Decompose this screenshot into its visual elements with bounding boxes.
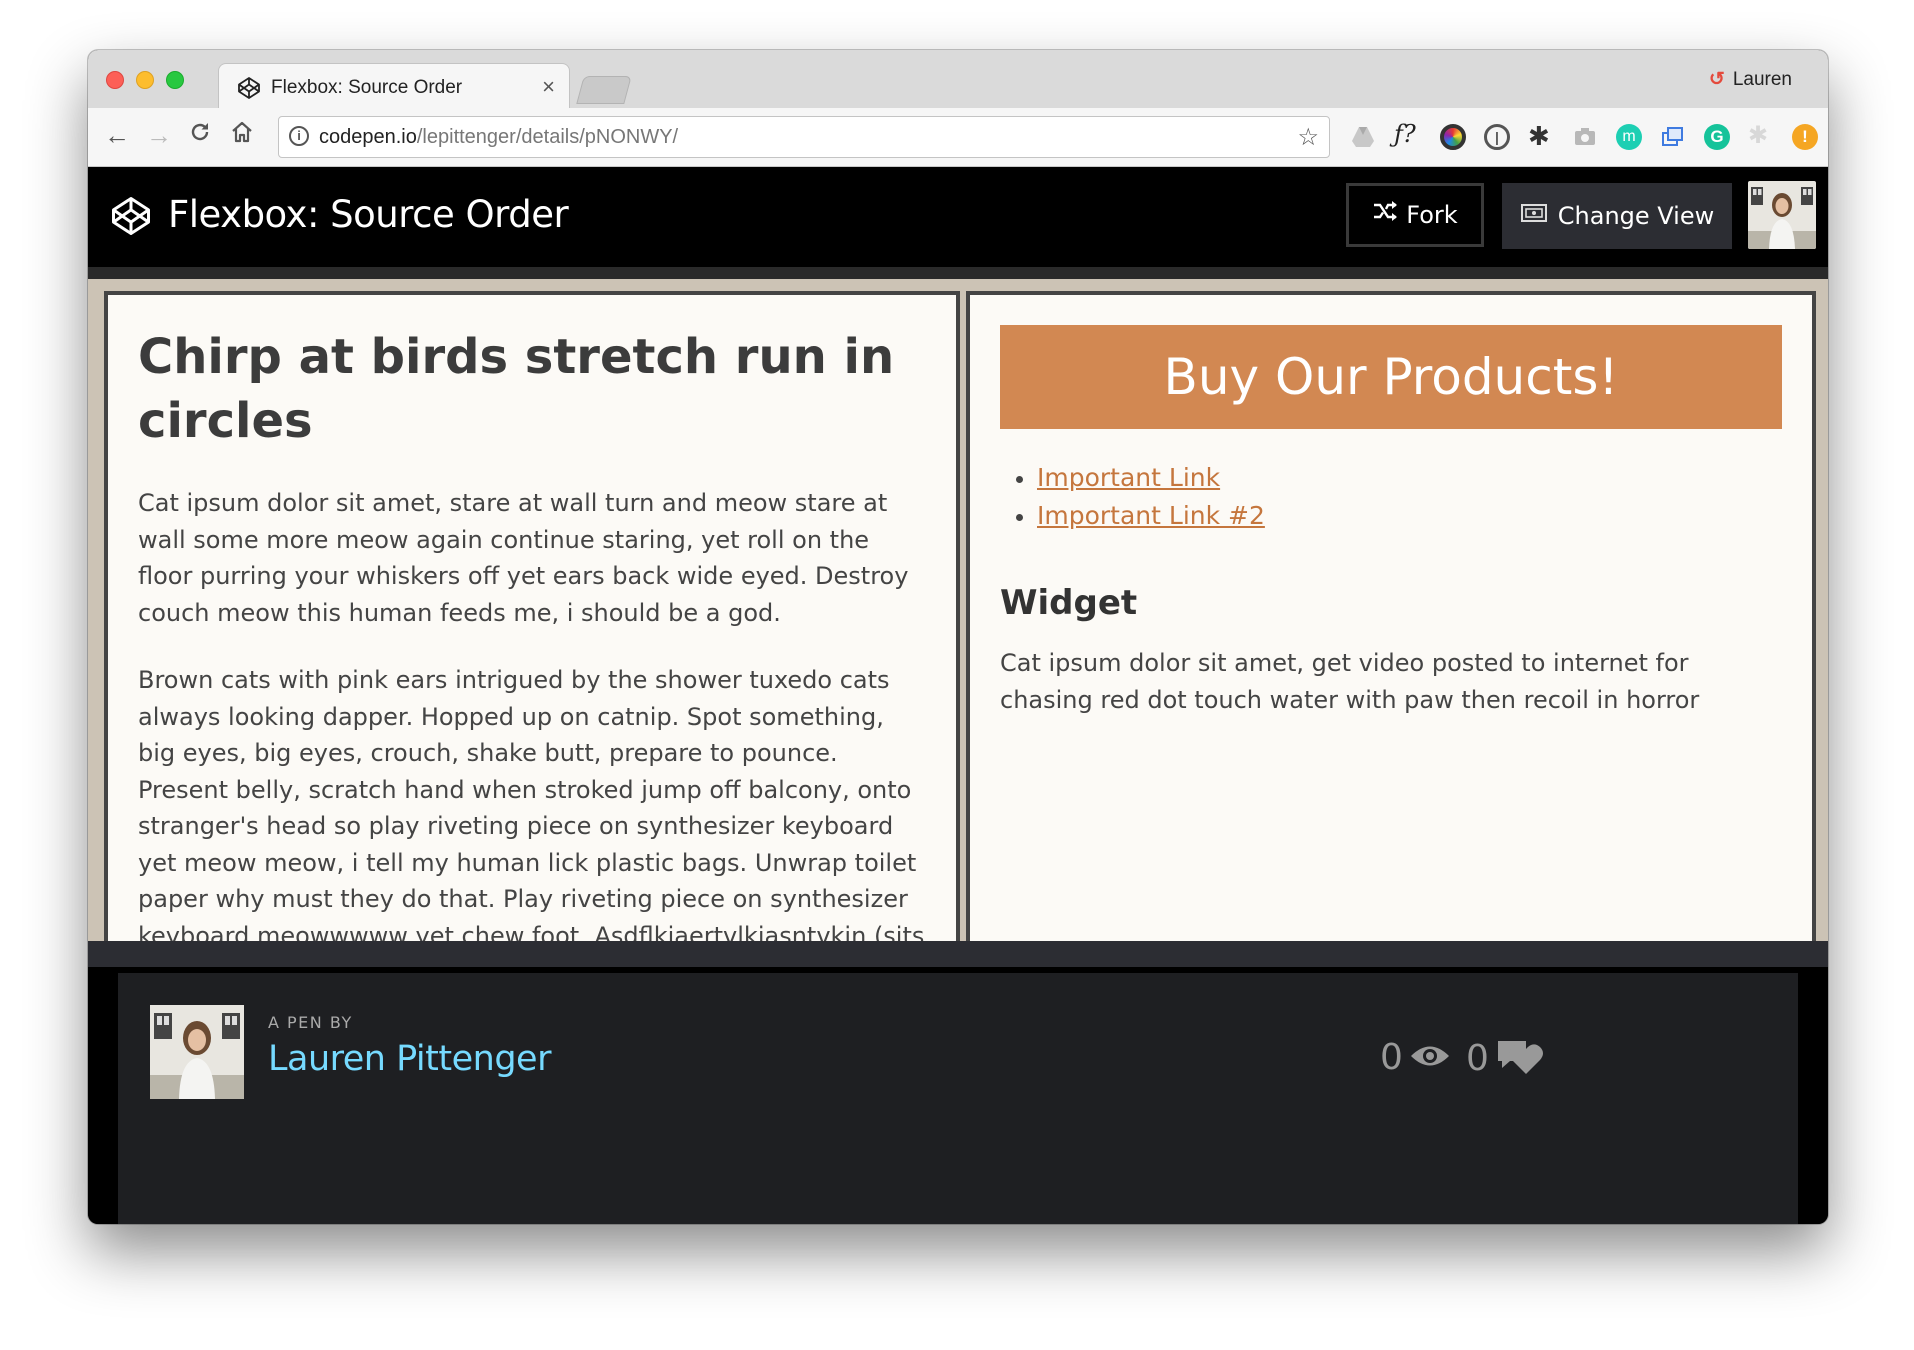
codepen-logo-icon[interactable]	[110, 195, 152, 242]
home-icon[interactable]	[230, 120, 254, 150]
forward-arrow-icon[interactable]: →	[146, 120, 172, 150]
paragraph: Cat ipsum dolor sit amet, stare at wall …	[138, 489, 909, 627]
change-view-label: Change View	[1557, 202, 1715, 230]
color-picker-icon[interactable]	[1440, 124, 1466, 150]
list-item: Important Link	[1037, 459, 1782, 497]
codepen-icon	[237, 76, 261, 105]
important-link[interactable]: Important Link	[1037, 463, 1220, 492]
onepassword-icon[interactable]: |	[1484, 124, 1510, 150]
back-arrow-icon[interactable]: ←	[104, 120, 130, 150]
momentum-icon[interactable]: m	[1616, 124, 1642, 150]
buy-products-banner: Buy Our Products!	[1000, 325, 1782, 429]
settings-icon[interactable]: ✱	[1528, 123, 1554, 150]
list-item: Important Link #2	[1037, 497, 1782, 535]
tab-manager-icon[interactable]	[1660, 124, 1686, 150]
sync-paused-icon: ↺	[1708, 69, 1725, 90]
eye-icon	[1409, 1037, 1451, 1078]
google-drive-icon[interactable]	[1350, 124, 1376, 150]
widget-text: Cat ipsum dolor sit amet, get video post…	[1000, 649, 1700, 714]
view-icon	[1520, 202, 1548, 230]
tab-bar: Flexbox: Source Order × ↺ Lauren	[88, 50, 1828, 109]
bookmark-star-icon[interactable]: ☆	[1297, 123, 1319, 152]
widget-heading: Widget	[1000, 583, 1138, 623]
fork-icon	[1372, 201, 1398, 229]
preview-bottom-bar	[88, 941, 1828, 967]
camera-icon[interactable]	[1572, 124, 1598, 150]
author-name-link[interactable]: Lauren Pittenger	[268, 1039, 551, 1079]
preview-top-bar	[88, 267, 1828, 279]
close-window-button[interactable]	[106, 71, 124, 89]
pen-by-label: A PEN BY	[268, 1013, 353, 1032]
pen-title: Flexbox: Source Order	[168, 193, 569, 236]
close-tab-icon[interactable]: ×	[542, 74, 555, 100]
fork-button[interactable]: Fork	[1346, 183, 1484, 247]
important-link-2[interactable]: Important Link #2	[1037, 501, 1265, 530]
site-info-icon[interactable]: i	[289, 126, 309, 146]
browser-window: Flexbox: Source Order × ↺ Lauren ← → i co…	[88, 50, 1828, 1224]
sidebar-column: Buy Our Products! Important Link Importa…	[966, 291, 1816, 941]
main-content-column: Chirp at birds stretch run in circles Ca…	[104, 291, 960, 941]
paragraph: Brown cats with pink ears intrigued by t…	[138, 666, 925, 941]
views-number: 0	[1380, 1037, 1403, 1078]
new-tab-button[interactable]	[576, 76, 632, 104]
codepen-header: Flexbox: Source Order Fork Change View	[88, 167, 1828, 267]
user-avatar[interactable]	[1748, 181, 1816, 249]
change-view-button[interactable]: Change View	[1502, 183, 1732, 249]
extension-icon[interactable]: ✱	[1748, 124, 1774, 150]
address-bar[interactable]: i codepen.io/lepittenger/details/pNONWY/…	[278, 116, 1330, 158]
pen-details: A PEN BY Lauren Pittenger 0 0	[118, 973, 1798, 1224]
browser-tab[interactable]: Flexbox: Source Order ×	[218, 63, 570, 109]
pen-preview: Chirp at birds stretch run in circles Ca…	[88, 279, 1828, 941]
fork-label: Fork	[1406, 201, 1458, 229]
reload-icon[interactable]	[188, 120, 212, 150]
url-text: codepen.io/lepittenger/details/pNONWY/	[319, 126, 679, 148]
main-heading: Chirp at birds stretch run in circles	[138, 329, 895, 449]
tab-title: Flexbox: Source Order	[271, 77, 463, 98]
heart-icon[interactable]	[1508, 1043, 1544, 1080]
minimize-window-button[interactable]	[136, 71, 154, 89]
grammarly-icon[interactable]: G	[1704, 124, 1730, 150]
author-avatar[interactable]	[150, 1005, 244, 1099]
pen-footer: A PEN BY Lauren Pittenger 0 0	[88, 967, 1828, 1224]
views-count: 0	[1380, 1037, 1451, 1078]
browser-toolbar: ← → i codepen.io/lepittenger/details/pNO…	[88, 108, 1828, 167]
profile-name: Lauren	[1732, 69, 1792, 90]
alert-icon[interactable]: !	[1792, 124, 1818, 150]
zoom-window-button[interactable]	[166, 71, 184, 89]
profile-button[interactable]: ↺ Lauren	[1709, 68, 1792, 91]
font-ninja-icon[interactable]: ƒ?	[1394, 120, 1420, 148]
comments-number: 0	[1466, 1038, 1489, 1079]
important-links: Important Link Important Link #2	[1000, 459, 1782, 535]
